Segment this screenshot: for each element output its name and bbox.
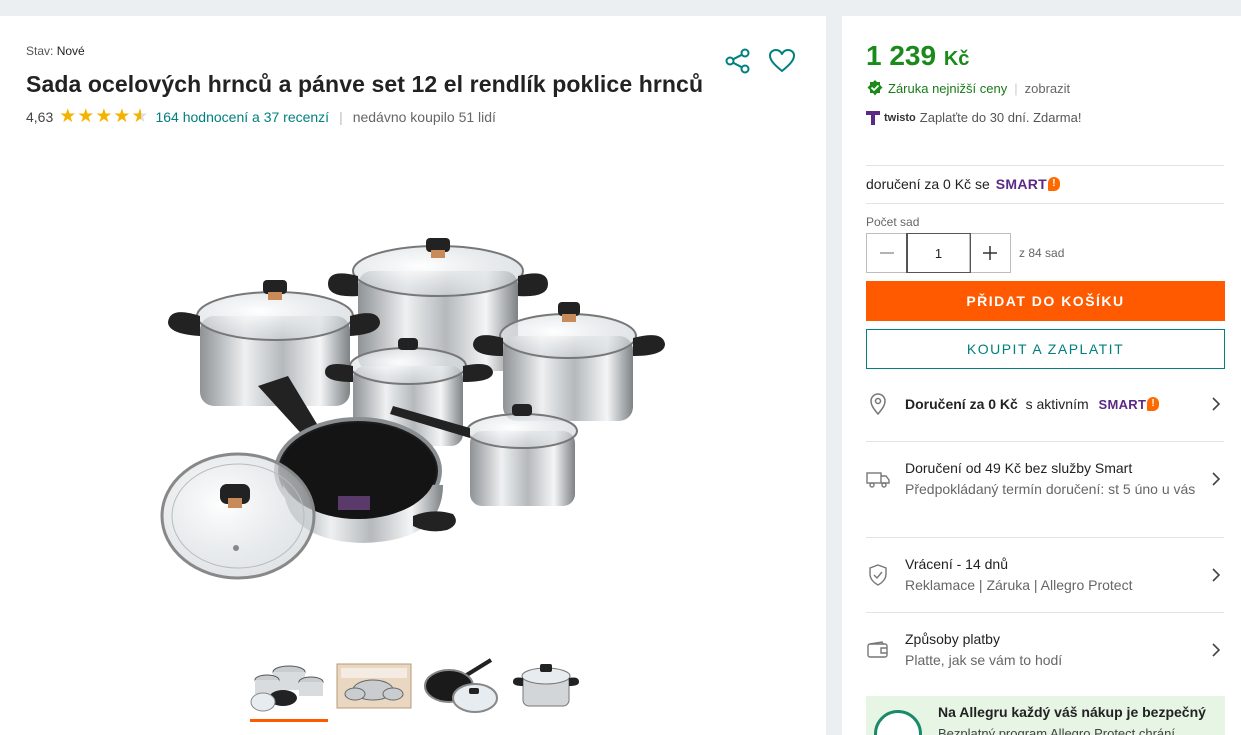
rating-row: 4,63 ★ ★ ★ ★ ★ 164 hodnocení a 37 recenz… <box>26 107 496 126</box>
twisto-text: Zaplaťte do 30 dní. Zdarma! <box>919 110 1082 125</box>
twisto-logo: twisto <box>884 111 916 124</box>
increase-quantity-button[interactable] <box>970 234 1010 272</box>
delivery-standard-row[interactable]: Doručení od 49 Kč bez služby Smart Předp… <box>866 458 1224 500</box>
minus-icon <box>880 252 895 254</box>
smart-delivery: doručení za 0 Kč se SMART! <box>866 176 1061 192</box>
delivery-smart-row[interactable]: Doručení za 0 Kč s aktivním SMART! <box>866 392 1224 416</box>
plus-icon <box>982 246 997 260</box>
heart-icon[interactable] <box>767 46 797 76</box>
chevron-right-icon <box>1212 643 1221 657</box>
thumbnail-4[interactable] <box>506 652 586 720</box>
condition-value: Nové <box>56 44 85 58</box>
delivery-standard-title: Doručení od 49 Kč bez služby Smart <box>905 460 1133 476</box>
smart-badge-icon: ! <box>1048 177 1061 191</box>
payment-sub: Platte, jak se vám to hodí <box>905 652 1063 668</box>
thumbnail-image <box>513 664 579 707</box>
thumbnail-2[interactable] <box>334 652 414 720</box>
thumbnail-strip <box>248 652 586 722</box>
buy-now-button[interactable]: KOUPIT A ZAPLATIT <box>866 329 1225 369</box>
divider: | <box>1014 80 1018 96</box>
protect-shield-icon <box>874 710 922 735</box>
smart-badge-icon: ! <box>1147 397 1160 411</box>
smart-logo-text: SMART <box>1098 396 1147 412</box>
returns-row[interactable]: Vrácení - 14 dnů Reklamace | Záruka | Al… <box>866 554 1224 596</box>
rating-stars: ★ ★ ★ ★ ★ <box>59 107 149 126</box>
product-main-image[interactable] <box>158 216 670 646</box>
verified-badge-icon <box>867 80 883 96</box>
delivery-smart-rest: s aktivním <box>1025 395 1089 412</box>
chevron-right-icon <box>1212 568 1221 582</box>
divider <box>866 612 1224 613</box>
thumbnail-1[interactable] <box>248 652 328 722</box>
divider <box>866 441 1224 442</box>
divider <box>866 537 1224 538</box>
quantity-max: z 84 sad <box>1019 246 1065 260</box>
returns-text: Vrácení - 14 dnů Reklamace | Záruka | Al… <box>905 554 1208 596</box>
smart-logo: SMART! <box>995 176 1061 192</box>
delivery-standard-sub: Předpokládaný termín doručení: st 5 úno … <box>905 481 1196 497</box>
thumbnail-image <box>424 658 498 713</box>
product-title: Sada ocelových hrnců a pánve set 12 el r… <box>26 71 704 97</box>
smart-logo: SMART! <box>1099 394 1160 415</box>
divider <box>866 203 1224 204</box>
smart-delivery-text: doručení za 0 Kč se <box>866 176 990 192</box>
star-icon: ★ <box>77 106 95 127</box>
quantity-label: Počet sad <box>866 215 920 229</box>
purchase-panel: 1 239 Kč Záruka nejnižší ceny | zobrazit… <box>842 16 1241 735</box>
rating-value: 4,63 <box>26 108 54 125</box>
thumbnail-image <box>250 665 324 712</box>
quantity-stepper: 1 <box>866 233 1011 273</box>
location-pin-icon <box>866 392 890 416</box>
star-icon: ★ <box>59 106 77 127</box>
allegro-protect-banner[interactable]: Na Allegru každý váš nákup je bezpečný B… <box>866 696 1225 735</box>
star-icon: ★ <box>113 106 131 127</box>
payment-title: Způsoby platby <box>905 631 1000 647</box>
show-guarantee-link[interactable]: zobrazit <box>1025 81 1071 96</box>
thumbnail-image <box>336 663 412 709</box>
star-icon: ★ <box>95 106 113 127</box>
share-icon[interactable] <box>724 47 752 75</box>
delivery-smart-text: Doručení za 0 Kč s aktivním SMART! <box>905 394 1208 415</box>
delivery-standard-text: Doručení od 49 Kč bez služby Smart Předp… <box>905 458 1208 500</box>
quantity-input[interactable]: 1 <box>906 233 971 273</box>
truck-icon <box>866 467 890 491</box>
returns-title: Vrácení - 14 dnů <box>905 556 1008 572</box>
price-currency: Kč <box>943 48 970 70</box>
bought-recently: nedávno koupilo 51 lidí <box>352 108 496 125</box>
divider <box>866 165 1224 166</box>
product-gallery-card: Stav: Nové Sada ocelových hrnců a pánve … <box>0 16 826 735</box>
price: 1 239 Kč <box>866 40 969 72</box>
protect-subtitle: Bezplatný program Allegro Protect chrání <box>938 726 1176 735</box>
payment-row[interactable]: Způsoby platby Platte, jak se vám to hod… <box>866 629 1224 671</box>
guarantee-text[interactable]: Záruka nejnižší ceny <box>888 81 1007 96</box>
chevron-right-icon <box>1212 472 1221 486</box>
chevron-right-icon <box>1212 397 1221 411</box>
condition-label: Stav: <box>26 44 54 58</box>
price-value: 1 239 <box>866 40 937 71</box>
payment-text: Způsoby platby Platte, jak se vám to hod… <box>905 629 1208 671</box>
condition: Stav: Nové <box>26 44 85 58</box>
protect-title: Na Allegru každý váš nákup je bezpečný <box>938 704 1206 720</box>
divider: | <box>339 108 343 125</box>
wallet-icon <box>866 638 890 662</box>
star-half-icon: ★ <box>131 106 149 127</box>
twisto-logo-icon <box>866 110 880 125</box>
returns-sub: Reklamace | Záruka | Allegro Protect <box>905 577 1133 593</box>
add-to-cart-button[interactable]: PŘIDAT DO KOŠÍKU <box>866 281 1225 321</box>
decrease-quantity-button[interactable] <box>867 234 907 272</box>
twisto-offer: twisto Zaplaťte do 30 dní. Zdarma! <box>866 110 1081 125</box>
price-guarantee: Záruka nejnižší ceny | zobrazit <box>866 79 1070 97</box>
thumbnail-3[interactable] <box>420 652 500 720</box>
shield-check-icon <box>866 563 890 587</box>
reviews-link[interactable]: 164 hodnocení a 37 recenzí <box>155 109 329 125</box>
smart-logo-text: SMART <box>995 176 1048 192</box>
delivery-smart-bold: Doručení za 0 Kč <box>905 395 1018 412</box>
